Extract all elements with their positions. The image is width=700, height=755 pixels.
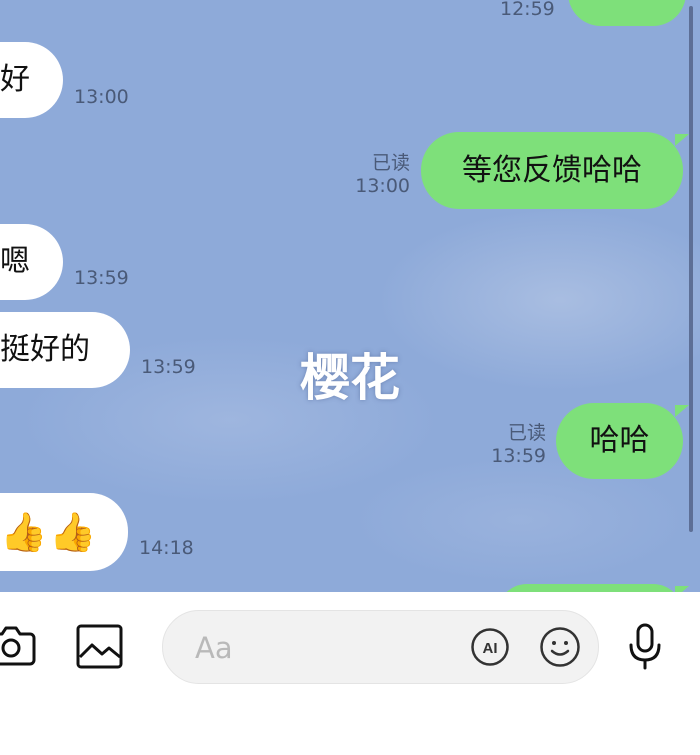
message-input-box[interactable]: AI	[162, 610, 599, 684]
image-icon[interactable]	[76, 624, 124, 670]
message-time: 13:00	[355, 175, 410, 197]
camera-icon[interactable]	[0, 620, 36, 670]
message-text: 👍👍	[0, 510, 99, 554]
message-bubble-outgoing[interactable]: 等您反馈哈哈	[421, 132, 689, 209]
message-bubble-incoming[interactable]: 嗯	[0, 224, 63, 300]
composer-bar: AI	[0, 592, 700, 755]
message-time: 12:59	[500, 0, 555, 20]
message-bubble-outgoing[interactable]	[497, 584, 689, 592]
message-time: 13:00	[74, 86, 129, 108]
message-time: 13:59	[74, 267, 129, 289]
message-text: 等您反馈哈哈	[462, 152, 642, 188]
read-receipt: 已读 13:59	[478, 422, 546, 468]
scrollbar[interactable]	[689, 6, 693, 532]
message-bubble-incoming[interactable]: 挺好的	[0, 312, 130, 388]
message-text: 嗯	[0, 244, 30, 279]
read-receipt: 已读 13:00	[340, 152, 410, 198]
read-status: 已读	[507, 422, 546, 444]
emoji-icon[interactable]	[539, 626, 581, 668]
ai-label: AI	[483, 640, 498, 657]
chat-area: 12:59 好 13:00 已读 13:00 等您反馈哈哈 嗯 13:59 挺好…	[0, 0, 700, 592]
message-bubble-outgoing[interactable]: 哈哈	[556, 403, 689, 479]
message-text: 哈哈	[589, 423, 650, 458]
message-input[interactable]	[193, 625, 447, 671]
message-time: 13:59	[141, 356, 196, 378]
message-text: 挺好的	[0, 332, 90, 367]
wallpaper-label: 樱花	[300, 349, 400, 407]
read-status: 已读	[371, 152, 410, 174]
message-time: 13:59	[491, 445, 546, 467]
message-bubble-outgoing[interactable]	[568, 0, 686, 26]
microphone-icon[interactable]	[625, 622, 665, 672]
message-text: 好	[0, 62, 30, 97]
message-time: 14:18	[139, 537, 194, 559]
message-bubble-incoming[interactable]: 👍👍	[0, 493, 128, 571]
ai-icon[interactable]: AI	[470, 627, 510, 667]
message-bubble-incoming[interactable]: 好	[0, 42, 63, 118]
